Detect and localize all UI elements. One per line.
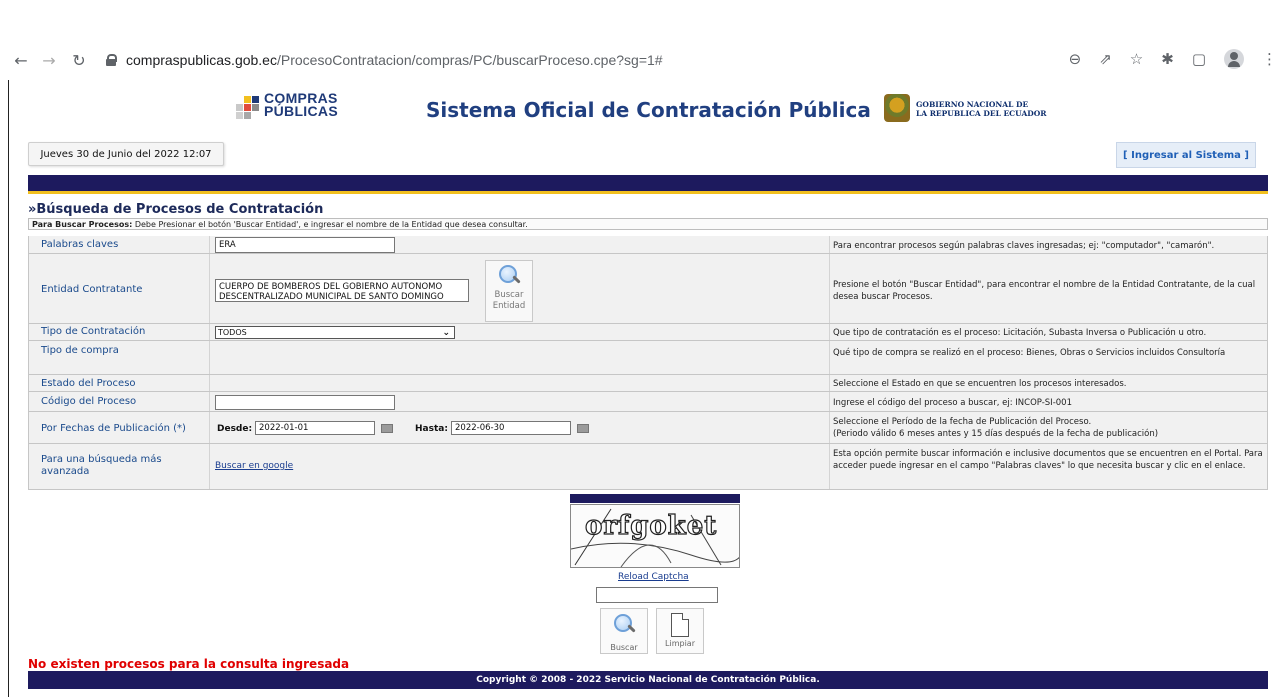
accent-divider	[28, 191, 1268, 194]
captcha-input[interactable]	[596, 587, 718, 603]
logo-squares-icon	[234, 96, 260, 122]
instructions-bold: Para Buscar Procesos:	[32, 220, 133, 229]
captcha-header-bar	[570, 494, 740, 503]
row-purchase-type: Tipo de compra Qué tipo de compra se rea…	[28, 341, 1268, 375]
row-contract-type: Tipo de Contratación TODOS ⌄ Que tipo de…	[28, 324, 1268, 341]
dates-help: Seleccione el Período de la fecha de Pub…	[833, 416, 1263, 440]
code-label: Código del Proceso	[41, 396, 137, 407]
row-code: Código del Proceso Ingrese el código del…	[28, 392, 1268, 412]
government-label: GOBIERNO NACIONAL DE LA REPUBLICA DEL EC…	[916, 100, 1047, 118]
advanced-label-line2: avanzada	[41, 466, 90, 477]
menu-kebab-icon[interactable]: ⋮	[1262, 50, 1277, 68]
gov-line2: LA REPUBLICA DEL ECUADOR	[916, 109, 1047, 118]
forward-arrow-icon[interactable]: →	[38, 49, 60, 71]
chevron-down-icon: ⌄	[442, 328, 450, 338]
site-title: Sistema Oficial de Contratación Pública	[426, 98, 871, 122]
search-button[interactable]: Buscar	[600, 608, 648, 654]
contract-type-label: Tipo de Contratación	[41, 326, 146, 337]
status-help: Seleccione el Estado en que se encuentre…	[833, 379, 1127, 389]
lock-icon	[106, 54, 117, 66]
contract-type-value: TODOS	[218, 328, 247, 337]
advanced-label: Para una búsqueda más avanzada	[41, 454, 162, 478]
row-keywords: Palabras claves ERA Para encontrar proce…	[28, 236, 1268, 254]
current-date: Jueves 30 de Junio del 2022 12:07	[28, 142, 224, 166]
profile-avatar-icon[interactable]	[1224, 49, 1244, 69]
ecuador-seal-icon	[884, 94, 910, 122]
dates-label: Por Fechas de Publicación (*)	[41, 423, 186, 434]
row-entity: Entidad Contratante CUERPO DE BOMBEROS D…	[28, 254, 1268, 324]
purchase-type-help: Qué tipo de compra se realizó en el proc…	[833, 348, 1226, 358]
from-date-input[interactable]: 2022-01-01	[255, 421, 375, 435]
captcha-image: orfgoket	[570, 504, 740, 568]
magnifier-icon	[497, 264, 521, 288]
back-arrow-icon[interactable]: ←	[10, 49, 32, 71]
logo-line2: PÚBLICAS	[264, 103, 338, 119]
url-host: compraspublicas.gob.ec	[126, 52, 277, 68]
google-search-link[interactable]: Buscar en google	[215, 461, 293, 471]
clear-button[interactable]: Limpiar	[656, 608, 704, 654]
reload-icon[interactable]: ↻	[68, 49, 90, 71]
entity-help: Presione el botón "Buscar Entidad", para…	[833, 280, 1256, 302]
no-results-message: No existen procesos para la consulta ing…	[28, 657, 350, 671]
dates-help-line1: Seleccione el Período de la fecha de Pub…	[833, 417, 1092, 427]
keywords-label: Palabras claves	[41, 239, 119, 250]
bookmark-star-icon[interactable]: ☆	[1130, 50, 1143, 68]
site-header: COMPRAS PÚBLICAS Sistema Oficial de Cont…	[28, 86, 1268, 174]
search-button-label: Buscar	[610, 643, 638, 652]
search-entity-button[interactable]: Buscar Entidad	[485, 260, 533, 322]
clear-button-label: Limpiar	[665, 639, 695, 648]
reload-captcha-link[interactable]: Reload Captcha	[618, 572, 689, 582]
entity-textarea[interactable]: CUERPO DE BOMBEROS DEL GOBIERNO AUTONOMO…	[215, 279, 469, 302]
to-date-input[interactable]: 2022-06-30	[451, 421, 571, 435]
entity-label: Entidad Contratante	[41, 284, 143, 295]
extensions-puzzle-icon[interactable]: ✱	[1161, 50, 1174, 68]
code-help: Ingrese el código del proceso a buscar, …	[833, 398, 1072, 408]
to-calendar-icon[interactable]	[577, 424, 589, 433]
browser-toolbar: ← → ↻ compraspublicas.gob.ec/ProcesoCont…	[0, 42, 1283, 78]
contract-type-select[interactable]: TODOS ⌄	[215, 326, 455, 339]
status-label: Estado del Proceso	[41, 378, 136, 389]
row-dates: Por Fechas de Publicación (*) Desde: 202…	[28, 412, 1268, 444]
from-label: Desde:	[217, 424, 253, 434]
instructions-text: Debe Presionar el botón 'Buscar Entidad'…	[132, 220, 528, 229]
browser-actions: ⊖ ⇗ ☆ ✱ ▢ ⋮	[1069, 49, 1283, 69]
row-advanced: Para una búsqueda más avanzada Buscar en…	[28, 444, 1268, 490]
share-icon[interactable]: ⇗	[1099, 50, 1112, 68]
login-link[interactable]: [ Ingresar al Sistema ]	[1116, 142, 1256, 168]
search-entity-label1: Buscar	[494, 290, 524, 300]
compras-publicas-logo[interactable]: COMPRAS PÚBLICAS	[234, 91, 338, 130]
keywords-input[interactable]: ERA	[215, 237, 395, 253]
footer-copyright: Copyright © 2008 - 2022 Servicio Naciona…	[28, 671, 1268, 689]
instructions: Para Buscar Procesos: Debe Presionar el …	[28, 218, 1268, 230]
purchase-type-label: Tipo de compra	[41, 345, 119, 356]
row-status: Estado del Proceso Seleccione el Estado …	[28, 375, 1268, 392]
to-label: Hasta:	[415, 424, 448, 434]
advanced-help: Esta opción permite buscar información e…	[833, 449, 1263, 471]
blank-document-icon	[671, 613, 689, 637]
navigation-bar	[28, 175, 1268, 191]
address-bar[interactable]: compraspublicas.gob.ec/ProcesoContrataci…	[106, 47, 1026, 73]
code-input[interactable]	[215, 395, 395, 410]
from-calendar-icon[interactable]	[381, 424, 393, 433]
keywords-help: Para encontrar procesos según palabras c…	[833, 241, 1215, 251]
zoom-icon[interactable]: ⊖	[1069, 50, 1082, 68]
captcha-text: orfgoket	[584, 510, 718, 541]
url-path: /ProcesoContratacion/compras/PC/buscarPr…	[276, 52, 663, 68]
dates-help-line2: (Periodo válido 6 meses antes y 15 días …	[833, 429, 1159, 439]
search-magnifier-icon	[612, 613, 636, 637]
advanced-label-line1: Para una búsqueda más	[41, 454, 162, 465]
contract-type-help: Que tipo de contratación es el proceso: …	[833, 328, 1207, 338]
gov-line1: GOBIERNO NACIONAL DE	[916, 100, 1029, 109]
side-panel-icon[interactable]: ▢	[1192, 50, 1206, 68]
section-title: »Búsqueda de Procesos de Contratación	[28, 202, 324, 217]
search-entity-label2: Entidad	[492, 301, 526, 311]
